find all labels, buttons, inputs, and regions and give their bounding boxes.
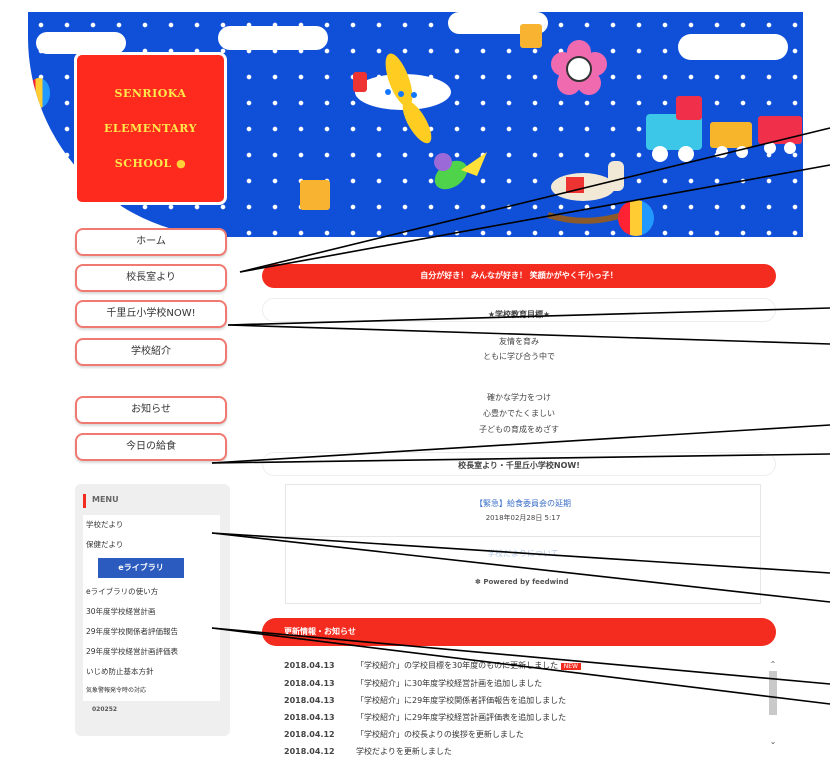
annotation-lines [211, 127, 831, 705]
